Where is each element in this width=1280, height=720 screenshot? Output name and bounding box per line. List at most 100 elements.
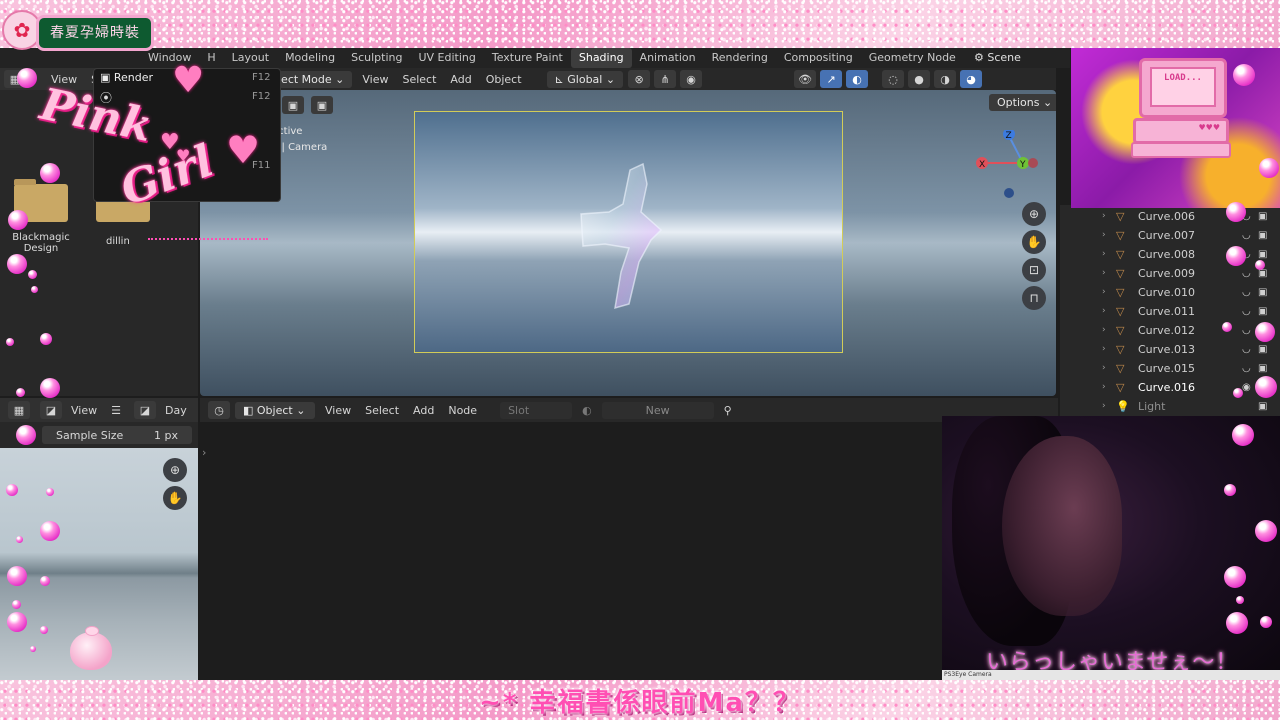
expand-arrow-icon[interactable]: › (1102, 230, 1116, 240)
outliner-row[interactable]: › ▽ Curve.008 ◡ ▣ (1060, 245, 1280, 263)
render-camera-icon[interactable]: ▣ (1258, 344, 1267, 355)
scene-selector[interactable]: ⚙ Scene (966, 48, 1070, 68)
navigation-gizmo[interactable]: Z X Y (976, 128, 1046, 200)
tab-geometry-nodes[interactable]: Geometry Node (861, 48, 964, 68)
proportional-edit-icon[interactable]: ◉ (680, 70, 703, 88)
scene-name: Scene (987, 51, 1021, 64)
image-mode-icon[interactable]: ◪ (40, 401, 62, 419)
orientation-selector[interactable]: ⊾ Global ⌄ (546, 70, 624, 88)
bubble-decoration (1255, 260, 1265, 270)
eye-icon[interactable]: ◡ (1242, 363, 1251, 374)
expand-arrow-icon[interactable]: › (1102, 249, 1116, 259)
camera-view-icon[interactable]: ⊡ (1022, 258, 1046, 282)
expand-arrow-icon[interactable]: › (1102, 344, 1116, 354)
node-select-menu[interactable]: Select (358, 404, 406, 417)
outliner-row[interactable]: ›▽Curve.012◡▣ (1060, 321, 1280, 339)
pin-icon[interactable]: ⚲ (717, 404, 739, 417)
svg-text:X: X (979, 160, 985, 170)
viewport-add-menu[interactable]: Add (443, 73, 478, 86)
eye-icon[interactable]: ◡ (1242, 268, 1251, 279)
eye-icon[interactable]: ◡ (1242, 344, 1251, 355)
render-camera-icon[interactable]: ▣ (1258, 306, 1267, 317)
viewport-object-menu[interactable]: Object (479, 73, 529, 86)
tab-shading[interactable]: Shading (570, 48, 632, 68)
options-dropdown[interactable]: Options ⌄ (989, 94, 1056, 111)
lock-icon[interactable]: ⊓ (1022, 286, 1046, 310)
mode-selector[interactable]: ject Mode ⌄ (270, 70, 353, 88)
select-extend-icon[interactable]: ▣ (311, 96, 333, 114)
render-camera-icon[interactable]: ▣ (1258, 230, 1267, 241)
node-node-menu[interactable]: Node (441, 404, 484, 417)
node-add-menu[interactable]: Add (406, 404, 441, 417)
expand-arrow-icon[interactable]: › (1102, 382, 1116, 392)
image-view-menu[interactable]: View (64, 404, 104, 417)
expand-arrow-icon[interactable]: › (1102, 306, 1116, 316)
image-zoom-icon[interactable]: ⊕ (163, 458, 187, 482)
outliner-row[interactable]: › ▽ Curve.006 ◡ ▣ (1060, 207, 1280, 225)
render-camera-icon[interactable]: ▣ (1258, 249, 1267, 260)
pivot-icon[interactable]: ⊗ (628, 70, 651, 88)
expand-arrow-icon[interactable]: › (1102, 268, 1116, 278)
expand-arrow-icon[interactable]: › (1102, 325, 1116, 335)
outliner-row[interactable]: › ▽ Curve.011 ◡ ▣ (1060, 302, 1280, 320)
outliner-row-selected[interactable]: ›▽Curve.016◉▣ (1060, 378, 1280, 396)
new-material-button[interactable]: New (601, 401, 714, 419)
tab-texture-paint[interactable]: Texture Paint (484, 48, 571, 68)
editor-type-icon[interactable]: ▦ (8, 401, 30, 419)
tab-uv-editing[interactable]: UV Editing (410, 48, 483, 68)
material-shading-icon[interactable]: ◑ (934, 70, 957, 88)
wireframe-shading-icon[interactable]: ◌ (882, 70, 905, 88)
expand-arrow-icon[interactable]: › (1102, 363, 1116, 373)
expand-arrow-icon[interactable]: › (1102, 401, 1116, 411)
curve-icon: ▽ (1116, 323, 1125, 337)
tab-rendering[interactable]: Rendering (704, 48, 776, 68)
solid-shading-icon[interactable]: ● (908, 70, 931, 88)
tab-modeling[interactable]: Modeling (277, 48, 343, 68)
eye-icon[interactable]: ◡ (1242, 287, 1251, 298)
menu-lines-icon[interactable]: ☰ (104, 404, 128, 417)
editor-type-icon[interactable]: ◷ (208, 401, 230, 419)
outliner-row[interactable]: › ▽ Curve.007 ◡ ▣ (1060, 226, 1280, 244)
sidebar-expand-icon[interactable]: › (202, 446, 206, 459)
expand-arrow-icon[interactable]: › (1102, 211, 1116, 221)
shader-type-selector[interactable]: ◧ Object ⌄ (235, 401, 315, 419)
render-camera-icon[interactable]: ▣ (1258, 287, 1267, 298)
image-browse-icon[interactable]: ◪ (133, 401, 156, 419)
gizmo-toggle-icon[interactable]: ↗ (820, 70, 843, 88)
eye-icon[interactable]: ◡ (1242, 230, 1251, 241)
outliner-row[interactable]: › ▽ Curve.009 ◡ ▣ (1060, 264, 1280, 282)
render-camera-icon[interactable]: ▣ (1258, 401, 1267, 412)
zoom-icon[interactable]: ⊕ (1022, 202, 1046, 226)
eye-icon[interactable]: ◉ (1242, 382, 1251, 393)
pan-hand-icon[interactable]: ✋ (1022, 230, 1046, 254)
heart-icon: ♥ (172, 60, 205, 101)
render-camera-icon[interactable]: ▣ (1258, 211, 1267, 222)
eye-icon[interactable]: ◡ (1242, 306, 1251, 317)
node-view-menu[interactable]: View (318, 404, 358, 417)
snap-icon[interactable]: ⋔ (654, 70, 677, 88)
viewport-view-menu[interactable]: View (355, 73, 395, 86)
slot-selector[interactable]: Slot (500, 401, 573, 419)
sample-size-field[interactable]: Sample Size 1 px (42, 426, 192, 444)
outliner-row[interactable]: › ▽ Curve.013 ◡ ▣ (1060, 340, 1280, 358)
tab-animation[interactable]: Animation (632, 48, 704, 68)
visibility-icon[interactable]: 👁 (794, 70, 817, 88)
bottom-marquee-text: ~* 幸福書係眼前Ma？？ (479, 688, 801, 718)
overlay-toggle-icon[interactable]: ◐ (846, 70, 869, 88)
render-camera-icon[interactable]: ▣ (1258, 363, 1267, 374)
outliner-row[interactable]: › ▽ Curve.015 ◡ ▣ (1060, 359, 1280, 377)
image-pan-hand-icon[interactable]: ✋ (163, 486, 187, 510)
expand-arrow-icon[interactable]: › (1102, 287, 1116, 297)
outliner-row[interactable]: › 💡 Light ▣ (1060, 397, 1280, 415)
outliner-row[interactable]: › ▽ Curve.010 ◡ ▣ (1060, 283, 1280, 301)
tab-compositing[interactable]: Compositing (776, 48, 861, 68)
image-name[interactable]: Day (158, 404, 194, 417)
tab-sculpting[interactable]: Sculpting (343, 48, 410, 68)
shader-node-editor[interactable]: ◷ ◧ Object ⌄ View Select Add Node Slot ◐… (200, 398, 1058, 680)
eye-icon[interactable]: ◡ (1242, 325, 1251, 336)
rendered-shading-icon[interactable]: ◕ (960, 70, 983, 88)
viewport-select-menu[interactable]: Select (395, 73, 443, 86)
material-browse-icon[interactable]: ◐ (575, 404, 599, 417)
select-box-icon[interactable]: ▣ (282, 96, 304, 114)
glitter-top-border (0, 0, 1280, 48)
